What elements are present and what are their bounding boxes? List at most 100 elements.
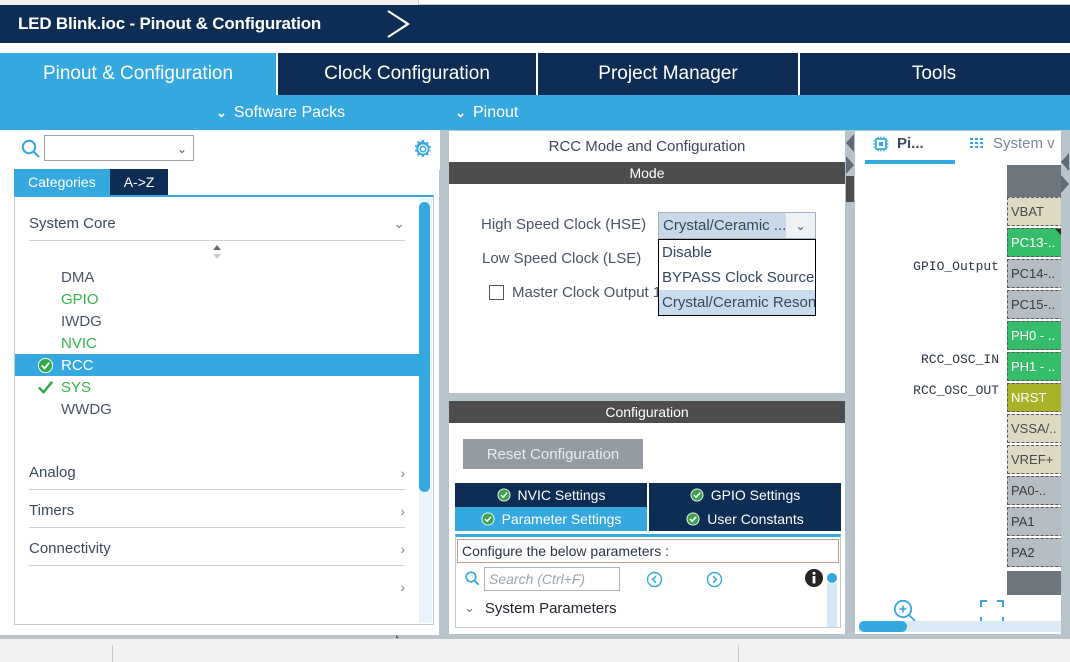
tab-parameter-settings[interactable]: Parameter Settings	[455, 507, 649, 531]
tab-categories[interactable]: Categories	[14, 169, 110, 195]
group-header-system-core[interactable]: System Core ⌄	[29, 207, 405, 241]
subtab-label: Pinout	[473, 104, 518, 122]
tab-project-manager[interactable]: Project Manager	[538, 53, 800, 95]
tab-user-constants[interactable]: User Constants	[649, 507, 841, 531]
reset-configuration-button[interactable]: Reset Configuration	[463, 439, 643, 469]
pin-column: VBAT PC13-.. PC14-.. PC15-.. PH0 - ..	[1007, 197, 1063, 569]
parameter-search-row: Search (Ctrl+F)	[456, 563, 840, 595]
subtab-software-packs[interactable]: ⌄ Software Packs	[216, 104, 345, 122]
button-label: Reset Configuration	[487, 446, 620, 463]
param-scrollbar-track[interactable]	[827, 583, 837, 627]
pin-name: PC15-..	[1011, 297, 1055, 312]
parameter-search-input[interactable]: Search (Ctrl+F)	[484, 567, 620, 591]
sidebar-item-dma[interactable]: DMA	[15, 266, 419, 288]
pin-pc13[interactable]: PC13-..	[1007, 228, 1063, 257]
group-header-connectivity[interactable]: Connectivity ›	[29, 532, 405, 566]
list-view-icon	[969, 136, 985, 152]
pin-pa0[interactable]: PA0-..	[1007, 476, 1063, 505]
param-scrollbar-thumb[interactable]	[827, 573, 837, 583]
gear-icon[interactable]	[412, 138, 434, 160]
splitter-handle[interactable]	[846, 176, 854, 202]
sidebar-item-sys[interactable]: SYS	[15, 376, 419, 398]
pinout-scrollbar-thumb[interactable]	[859, 621, 907, 632]
pin-pa2[interactable]: PA2	[1007, 538, 1063, 567]
tab-tools[interactable]: Tools	[800, 53, 1068, 95]
chevron-down-icon[interactable]: ⌄	[786, 213, 815, 238]
info-icon[interactable]	[804, 568, 824, 588]
panel-splitter-left[interactable]	[846, 130, 854, 635]
splitter-expand-icon[interactable]	[1061, 175, 1069, 193]
sidebar-item-label: WWDG	[61, 401, 112, 418]
group-header-partial[interactable]: ›	[29, 570, 405, 604]
splitter-collapse-icon[interactable]	[1061, 153, 1069, 171]
sidebar-scrollbar-thumb[interactable]	[419, 202, 430, 492]
chip-icon	[873, 136, 889, 152]
pin-pc14[interactable]: PC14-..	[1007, 259, 1063, 288]
splitter-collapse-icon[interactable]	[846, 134, 854, 152]
sidebar-item-rcc[interactable]: RCC	[15, 354, 419, 376]
sidebar-item-iwdg[interactable]: IWDG	[15, 310, 419, 332]
hse-dropdown-list[interactable]: Disable BYPASS Clock Source Crystal/Cera…	[658, 239, 816, 316]
previous-icon[interactable]	[646, 571, 663, 588]
hse-select[interactable]: Crystal/Ceramic ... ⌄	[658, 212, 816, 239]
lse-label: Low Speed Clock (LSE)	[482, 250, 641, 267]
group-label: Connectivity	[29, 540, 111, 557]
group-label: System Parameters	[485, 600, 617, 617]
group-header-timers[interactable]: Timers ›	[29, 494, 405, 528]
stm32cubemx-window: LED Blink.ioc - Pinout & Configuration P…	[0, 0, 1070, 662]
dropdown-option-disable[interactable]: Disable	[659, 240, 815, 265]
sidebar-item-gpio[interactable]: GPIO	[15, 288, 419, 310]
subtab-pinout[interactable]: ⌄ Pinout	[455, 104, 518, 122]
category-tree-inner: System Core ⌄ DMA G	[15, 197, 419, 624]
chevron-down-icon: ⌄	[455, 105, 466, 121]
dropdown-option-crystal[interactable]: Crystal/Ceramic Resonator	[659, 290, 815, 315]
pin-ph1[interactable]: PH1 - ..	[1007, 352, 1063, 381]
pin-vref[interactable]: VREF+	[1007, 445, 1063, 474]
search-input[interactable]: ⌄	[44, 135, 194, 161]
pin-nrst[interactable]: NRST	[1007, 383, 1063, 412]
tab-pinout-view[interactable]: Pi...	[873, 135, 924, 152]
tab-system-view[interactable]: System v	[969, 135, 1055, 152]
tab-gpio-settings[interactable]: GPIO Settings	[649, 483, 841, 507]
sidebar-scrollbar-track[interactable]	[419, 198, 432, 623]
tab-label: GPIO Settings	[711, 487, 800, 503]
chevron-right-icon: ›	[400, 503, 405, 519]
pin-pc15[interactable]: PC15-..	[1007, 290, 1063, 319]
splitter-expand-icon[interactable]	[846, 156, 854, 174]
tab-pinout-configuration[interactable]: Pinout & Configuration	[0, 53, 278, 95]
pin-signal-gpio-output: GPIO_Output	[913, 259, 999, 274]
chip-diagram[interactable]: VBAT PC13-.. PC14-.. PC15-.. PH0 - ..	[855, 165, 1069, 595]
pinout-horizontal-scrollbar[interactable]	[859, 621, 1065, 632]
pin-pa1[interactable]: PA1	[1007, 507, 1063, 536]
sub-tab-bar: ⌄ Software Packs ⌄ Pinout	[0, 95, 1070, 130]
tab-nvic-settings[interactable]: NVIC Settings	[455, 483, 649, 507]
check-icon	[37, 379, 54, 396]
checkbox-box[interactable]	[489, 285, 504, 300]
checkbox-label: Master Clock Output 1	[512, 284, 661, 301]
master-clock-output-checkbox[interactable]: Master Clock Output 1	[489, 284, 661, 301]
main-tab-bar: Pinout & Configuration Clock Configurati…	[0, 53, 1070, 95]
pin-ph0[interactable]: PH0 - ..	[1007, 321, 1063, 350]
sidebar-item-nvic[interactable]: NVIC	[15, 332, 419, 354]
subtab-label: Software Packs	[234, 104, 345, 122]
sidebar-item-label: IWDG	[61, 313, 102, 330]
panel-splitter-right[interactable]	[1061, 131, 1069, 636]
tab-clock-configuration[interactable]: Clock Configuration	[278, 53, 538, 95]
pinout-tab-bar: Pi... System v	[855, 131, 1069, 165]
pin-vssa[interactable]: VSSA/..	[1007, 414, 1063, 443]
next-icon[interactable]	[706, 571, 723, 588]
chevron-down-icon: ⌄	[216, 105, 227, 121]
group-header-analog[interactable]: Analog ›	[29, 456, 405, 490]
tab-label: Pinout & Configuration	[43, 63, 233, 85]
dropdown-option-bypass[interactable]: BYPASS Clock Source	[659, 265, 815, 290]
tab-a-to-z[interactable]: A->Z	[110, 169, 169, 195]
pin-name: PA1	[1011, 514, 1035, 529]
option-label: Disable	[662, 244, 712, 261]
pin-name: NRST	[1011, 390, 1046, 405]
scroll-up-down-handle[interactable]	[15, 241, 419, 263]
sidebar-item-label: DMA	[61, 269, 94, 286]
pin-name: PC14-..	[1011, 266, 1055, 281]
system-parameters-group[interactable]: ⌄ System Parameters	[456, 595, 840, 621]
sidebar-item-wwdg[interactable]: WWDG	[15, 398, 419, 420]
pin-vbat[interactable]: VBAT	[1007, 197, 1063, 226]
